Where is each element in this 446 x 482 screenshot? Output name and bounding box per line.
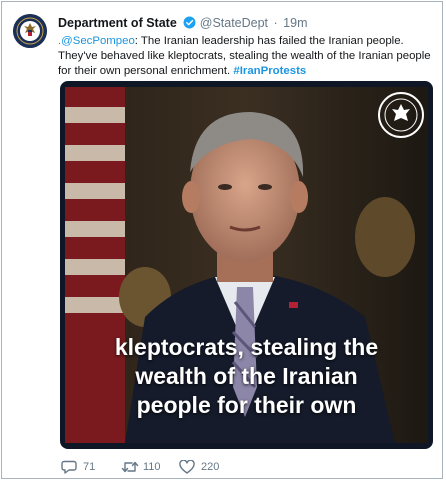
state-department-seal-icon bbox=[13, 14, 47, 48]
mention-link[interactable]: .@SecPompeo bbox=[58, 35, 135, 47]
tweet-text: .@SecPompeo: The Iranian leadership has … bbox=[58, 34, 438, 79]
caption-line: kleptocrats, stealing the bbox=[114, 334, 379, 360]
like-icon bbox=[179, 460, 195, 474]
video-player[interactable]: kleptocrats, stealing the wealth of the … bbox=[60, 81, 433, 449]
video-caption: kleptocrats, stealing the wealth of the … bbox=[60, 333, 433, 420]
verified-badge-icon bbox=[183, 16, 196, 29]
retweet-count: 110 bbox=[143, 461, 161, 473]
retweet-icon bbox=[121, 461, 139, 473]
display-name[interactable]: Department of State bbox=[58, 16, 177, 30]
reply-icon bbox=[61, 460, 77, 474]
caption-line: people for their own bbox=[136, 392, 357, 418]
tweet-card[interactable]: Department of State @StateDept · 19m .@S… bbox=[1, 1, 443, 479]
reply-count: 71 bbox=[83, 461, 96, 473]
timestamp[interactable]: 19m bbox=[283, 16, 307, 30]
avatar[interactable] bbox=[13, 14, 47, 48]
department-seal-watermark-icon bbox=[378, 92, 424, 138]
tweet-header: Department of State @StateDept · 19m bbox=[58, 15, 308, 31]
hashtag-link[interactable]: #IranProtests bbox=[233, 65, 306, 77]
handle[interactable]: @StateDept bbox=[200, 16, 268, 30]
separator: · bbox=[273, 16, 278, 30]
like-count: 220 bbox=[201, 461, 220, 473]
caption-line: wealth of the Iranian bbox=[135, 363, 358, 389]
